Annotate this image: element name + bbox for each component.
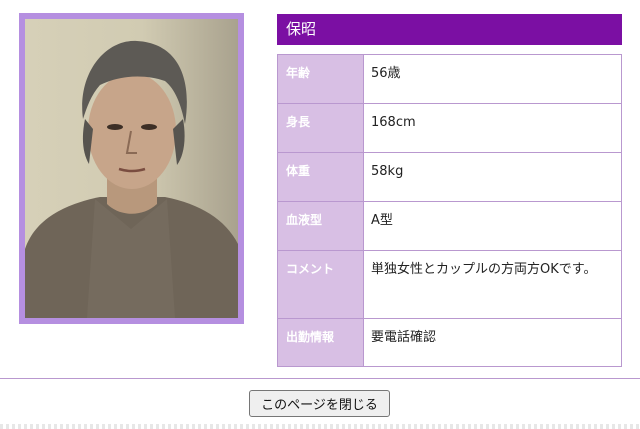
person-portrait-image [25, 40, 238, 318]
profile-name-heading: 保昭 [277, 14, 622, 45]
height-label: 身長 [277, 103, 364, 153]
table-row: 出勤情報 要電話確認 [277, 318, 622, 367]
age-label: 年齢 [277, 54, 364, 104]
work-schedule-value: 要電話確認 [363, 318, 622, 367]
table-row: 体重 58kg [277, 152, 622, 202]
weight-label: 体重 [277, 152, 364, 202]
blood-type-value: A型 [363, 201, 622, 251]
bottom-dotted-border [0, 424, 640, 429]
section-divider [0, 378, 640, 379]
profile-info-table: 年齢 56歳 身長 168cm 体重 58kg 血液型 A型 コメント 単独女性… [277, 54, 622, 367]
weight-value: 58kg [363, 152, 622, 202]
table-row: 身長 168cm [277, 103, 622, 153]
table-row: コメント 単独女性とカップルの方両方OKです。 [277, 250, 622, 319]
comment-label: コメント [277, 250, 364, 319]
table-row: 年齢 56歳 [277, 54, 622, 104]
age-value: 56歳 [363, 54, 622, 104]
blood-type-label: 血液型 [277, 201, 364, 251]
close-page-button[interactable]: このページを閉じる [249, 390, 390, 417]
comment-value: 単独女性とカップルの方両方OKです。 [363, 250, 622, 319]
height-value: 168cm [363, 103, 622, 153]
profile-photo [25, 19, 238, 318]
work-schedule-label: 出勤情報 [277, 318, 364, 367]
profile-panel: 保昭 年齢 56歳 身長 168cm 体重 58kg 血液型 A型 コメント 単… [277, 14, 622, 367]
profile-photo-frame [19, 13, 244, 324]
table-row: 血液型 A型 [277, 201, 622, 251]
